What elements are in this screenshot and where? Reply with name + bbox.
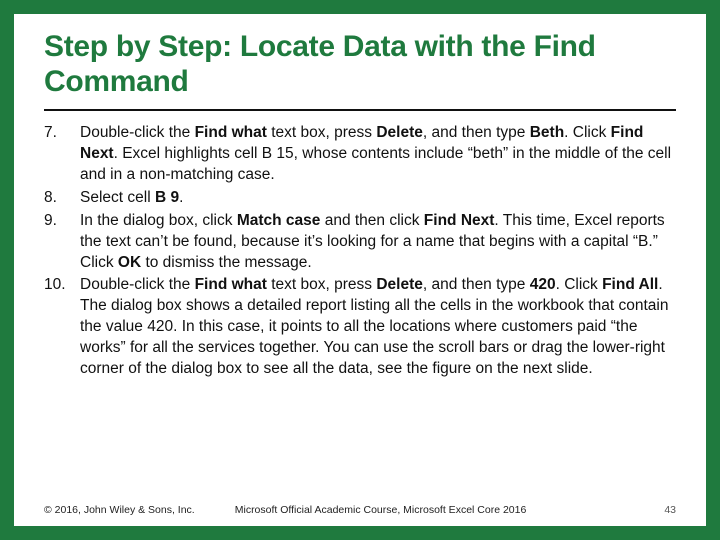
step-text: Select cell B 9.	[80, 188, 676, 209]
step-number: 10.	[44, 275, 80, 380]
step-number: 8.	[44, 188, 80, 209]
step-number: 7.	[44, 123, 80, 186]
step-text: Double-click the Find what text box, pre…	[80, 123, 676, 186]
list-item: 7. Double-click the Find what text box, …	[44, 123, 676, 186]
slide: Step by Step: Locate Data with the Find …	[0, 0, 720, 540]
footer-copyright: © 2016, John Wiley & Sons, Inc.	[44, 504, 195, 516]
list-item: 8. Select cell B 9.	[44, 188, 676, 209]
slide-content: Step by Step: Locate Data with the Find …	[14, 14, 706, 526]
step-text: In the dialog box, click Match case and …	[80, 211, 676, 274]
step-list: 7. Double-click the Find what text box, …	[44, 123, 676, 380]
step-text: Double-click the Find what text box, pre…	[80, 275, 676, 380]
step-number: 9.	[44, 211, 80, 274]
footer-course: Microsoft Official Academic Course, Micr…	[235, 504, 665, 516]
list-item: 9. In the dialog box, click Match case a…	[44, 211, 676, 274]
slide-footer: © 2016, John Wiley & Sons, Inc. Microsof…	[44, 504, 676, 516]
title-divider	[44, 109, 676, 111]
list-item: 10. Double-click the Find what text box,…	[44, 275, 676, 380]
footer-page-number: 43	[664, 504, 676, 516]
slide-title: Step by Step: Locate Data with the Find …	[44, 30, 676, 99]
